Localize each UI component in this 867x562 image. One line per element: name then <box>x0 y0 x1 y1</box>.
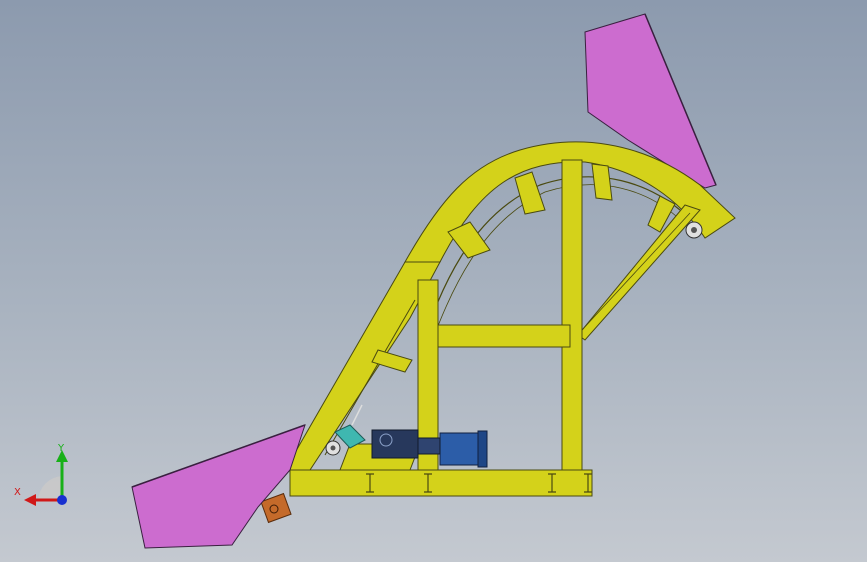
right-post[interactable] <box>561 159 583 476</box>
right-leg-inner-line <box>581 212 691 331</box>
axis-triad <box>24 450 68 506</box>
x-axis-label: X <box>14 487 21 498</box>
top-pulley-hub <box>691 227 697 233</box>
triad-quadrant <box>38 476 62 500</box>
z-axis-dot <box>57 495 67 505</box>
lower-feed-hopper[interactable] <box>131 424 306 549</box>
cross-beam[interactable] <box>437 324 571 348</box>
cad-graphics-viewport[interactable]: Y X <box>0 0 867 562</box>
right-descending-leg[interactable] <box>577 204 701 341</box>
gearbox[interactable] <box>371 429 419 459</box>
motor-coupling <box>417 437 441 455</box>
arch-rib-2 <box>514 171 546 215</box>
bottom-pulley-hub <box>330 445 336 451</box>
tensioner-rod <box>351 404 363 426</box>
motor-end-cap <box>477 430 488 468</box>
bucket-elevator-model[interactable] <box>0 0 867 562</box>
leg-rib-1 <box>371 349 413 373</box>
arch-rib-3 <box>591 163 613 201</box>
motor-body[interactable] <box>439 432 481 466</box>
y-axis-label: Y <box>58 443 65 454</box>
x-axis-arrow-icon <box>24 494 36 506</box>
base-frame[interactable] <box>289 469 593 497</box>
